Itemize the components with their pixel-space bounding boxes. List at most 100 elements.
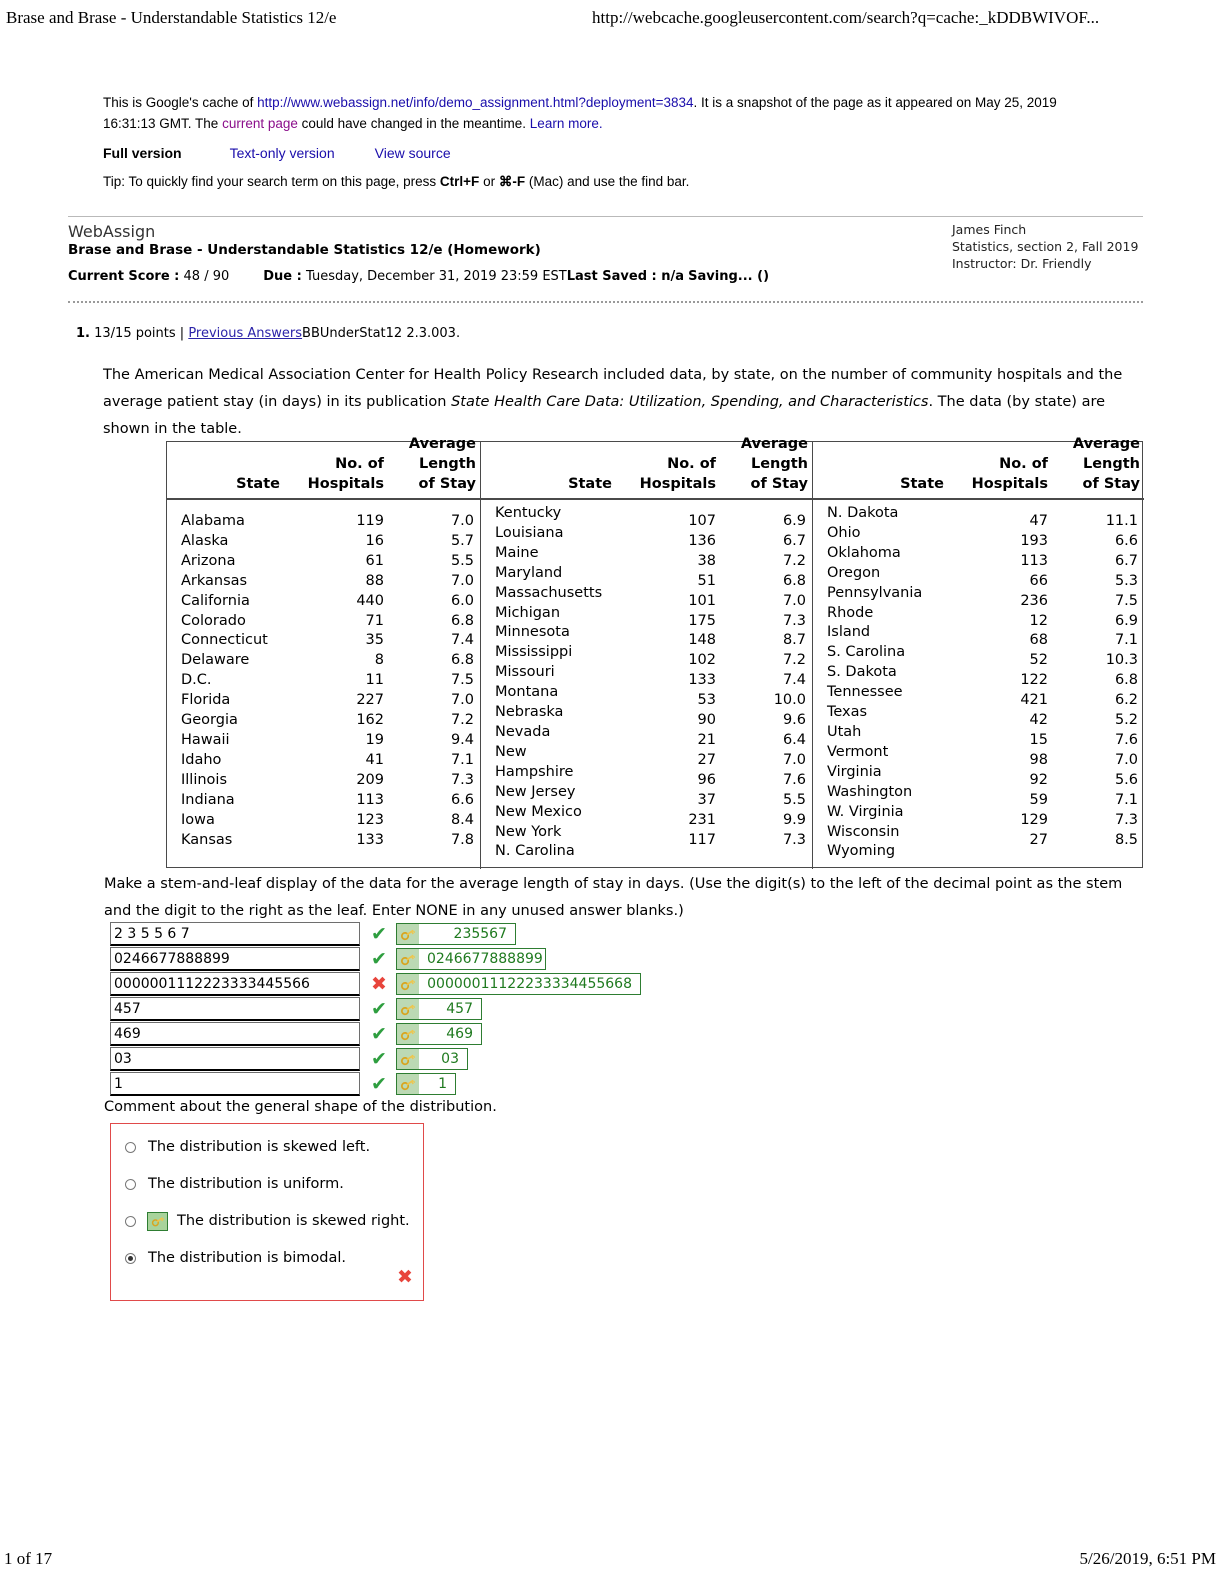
current-page-link[interactable]: current page: [222, 116, 298, 131]
cache-notice: This is Google's cache of http://www.web…: [103, 92, 1113, 134]
table-cell: 53: [697, 692, 716, 709]
previous-answers-link[interactable]: Previous Answers: [188, 326, 302, 341]
cached-url-link[interactable]: http://www.webassign.net/info/demo_assig…: [257, 95, 693, 110]
table-cell: 51: [697, 572, 716, 589]
print-header: Brase and Brase - Understandable Statist…: [0, 8, 1224, 38]
table-cell: 66: [1029, 572, 1048, 589]
stem-leaf-answer-area: 2 3 5 5 6 7 ✔ 235567 0246677888899 ✔ 02466778…: [110, 922, 710, 1097]
stem-leaf-input-7[interactable]: 1: [110, 1072, 360, 1096]
table-cell: 102: [688, 652, 716, 669]
table-cell: 5.2: [1114, 712, 1138, 729]
table-cell: 122: [1020, 672, 1048, 689]
mc-option-4[interactable]: The distribution is bimodal.: [125, 1246, 415, 1270]
hospital-data-table: State No. of Hospitals Average Length of…: [166, 436, 1144, 869]
mc-option-1[interactable]: The distribution is skewed left.: [125, 1135, 415, 1159]
table-cell: 7.1: [450, 751, 474, 768]
stem-leaf-answer-row: 2 3 5 5 6 7 ✔ 235567: [110, 922, 710, 947]
tip-key-cmdf: ⌘-F: [498, 174, 526, 189]
table-cell: 71: [365, 612, 384, 629]
radio-button[interactable]: [125, 1252, 136, 1264]
question-code: BBUnderStat12 2.3.003.: [302, 326, 461, 341]
table-group-1-header: State No. of Hospitals Average Length of…: [167, 436, 480, 500]
table-cell: 7.0: [450, 692, 474, 709]
table-cell: 236: [1020, 592, 1048, 609]
table-cell: 96: [697, 771, 716, 788]
answer-key-box-4: 457: [396, 998, 482, 1020]
header-hospitals-line1: No. of: [667, 456, 716, 472]
table-cell: 7.2: [450, 712, 474, 729]
table-cell: 133: [688, 672, 716, 689]
stem-leaf-answer-row: 0246677888899 ✔ 0246677888899: [110, 947, 710, 972]
current-score-label: Current Score :: [68, 269, 180, 284]
table-cell: 8.4: [450, 811, 474, 828]
view-source-link[interactable]: View source: [375, 145, 451, 161]
table-cell: 7.8: [450, 831, 474, 848]
table-cell: 7.1: [1114, 632, 1138, 649]
table-cell: 8: [374, 652, 384, 669]
table-group-1-hospitals-column: 119 16 61 88 440 71 35 8 11 227 162 19 41 209 113 123 13…: [280, 512, 384, 850]
table-cell: 117: [688, 831, 716, 848]
table-cell: 5.3: [1114, 572, 1138, 589]
mc-option-2[interactable]: The distribution is uniform.: [125, 1172, 415, 1196]
table-cell: 7.2: [782, 652, 806, 669]
table-cell: 8.7: [782, 632, 806, 649]
table-group-2-header: State No. of Hospitals Average Length of…: [481, 436, 812, 500]
stem-leaf-input-5[interactable]: 469: [110, 1022, 360, 1046]
tip-key-ctrlf: Ctrl+F: [439, 174, 480, 189]
print-timestamp: 5/26/2019, 6:51 PM: [1079, 1549, 1217, 1568]
dotted-divider: [68, 301, 1143, 303]
table-cell: 61: [365, 552, 384, 569]
header-hospitals: No. of Hospitals: [612, 454, 716, 494]
text-only-version-link[interactable]: Text-only version: [230, 145, 335, 161]
answer-key-box-7: 1: [396, 1073, 456, 1095]
key-icon: [397, 924, 419, 944]
table-cell: 129: [1020, 811, 1048, 828]
stem-leaf-input-3[interactable]: 0000001112223333445566: [110, 972, 360, 996]
table-cell: 133: [356, 831, 384, 848]
table-cell: 136: [688, 532, 716, 549]
correct-check-icon: ✔: [371, 1073, 387, 1095]
page-number: 1 of 17: [4, 1549, 53, 1568]
tip-prefix: Tip: To quickly find your search term on…: [103, 174, 440, 189]
table-cell: 6.0: [450, 592, 474, 609]
stem-leaf-input-2[interactable]: 0246677888899: [110, 947, 360, 971]
header-state: State: [236, 476, 280, 492]
stem-leaf-input-6[interactable]: 03: [110, 1047, 360, 1071]
table-cell: 6.7: [1114, 552, 1138, 569]
table-cell: 52: [1029, 652, 1048, 669]
stem-leaf-input-1[interactable]: 2 3 5 5 6 7: [110, 922, 360, 946]
table-cell: 9.9: [782, 811, 806, 828]
mc-option-3[interactable]: The distribution is skewed right.: [125, 1209, 415, 1233]
answer-key-value: 00000011122233334455668: [427, 976, 632, 992]
table-group-3: State No. of Hospitals Average Length of…: [812, 436, 1144, 869]
stem-leaf-input-4[interactable]: 457: [110, 997, 360, 1021]
radio-button[interactable]: [125, 1141, 136, 1153]
table-group-2: State No. of Hospitals Average Length of…: [480, 436, 812, 869]
student-info: James Finch Statistics, section 2, Fall …: [952, 221, 1138, 272]
radio-button[interactable]: [125, 1215, 136, 1227]
stem-leaf-answer-row: 469 ✔ 469: [110, 1022, 710, 1047]
table-cell: 227: [356, 692, 384, 709]
table-cell: 7.1: [1114, 791, 1138, 808]
table-cell: 27: [697, 751, 716, 768]
table-cell: 7.3: [782, 831, 806, 848]
table-cell: 7.3: [1114, 811, 1138, 828]
header-state: State: [568, 476, 612, 492]
table-cell: 88: [365, 572, 384, 589]
table-cell: 16: [365, 532, 384, 549]
key-icon: [397, 1049, 419, 1069]
table-group-2-hospitals-column: 107 136 38 51 101 175 148 102 133 53 90 21 27 96 37 231…: [612, 512, 716, 850]
learn-more-link[interactable]: Learn more.: [530, 116, 603, 131]
key-icon: [397, 974, 419, 994]
question-header: 1. 13/15 points | Previous AnswersBBUnde…: [76, 326, 460, 341]
stem-leaf-answer-row: 1 ✔ 1: [110, 1072, 710, 1097]
header-stay: Average Length of Stay: [388, 434, 476, 494]
table-group-3-stay-column: 11.1 6.6 6.7 5.3 7.5 6.9 7.1 10.3 6.8 6.2 5.2 7.6 7.…: [1050, 512, 1138, 850]
course-section: Statistics, section 2, Fall 2019: [952, 239, 1139, 254]
mc-prompt: Comment about the general shape of the d…: [104, 1099, 497, 1115]
mc-options-box: ✖ The distribution is skewed left. The di…: [110, 1123, 424, 1301]
table-cell: 21: [697, 731, 716, 748]
radio-button[interactable]: [125, 1178, 136, 1190]
key-icon: [397, 1074, 419, 1094]
header-hospitals: No. of Hospitals: [280, 454, 384, 494]
